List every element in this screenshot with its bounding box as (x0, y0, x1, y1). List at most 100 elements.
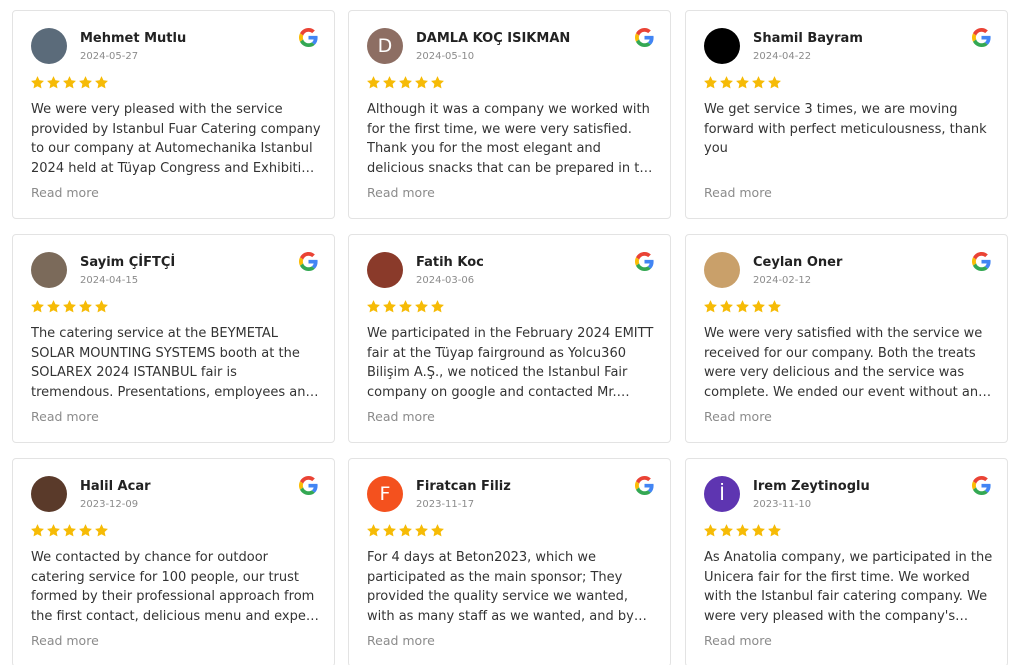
avatar: D (367, 28, 403, 64)
review-card-5: Fatih Koc 2024-03-06 We participated in … (348, 234, 671, 443)
star-icon (31, 300, 44, 313)
review-card-6: Ceylan Oner 2024-02-12 We were very sati… (685, 234, 1008, 443)
star-icon (415, 76, 428, 89)
star-icon (431, 76, 444, 89)
read-more-link[interactable]: Read more (367, 633, 435, 648)
star-icon (752, 300, 765, 313)
review-card-4: Sayim ÇİFTÇİ 2024-04-15 The catering ser… (12, 234, 335, 443)
review-text: The catering service at the BEYMETAL SOL… (31, 326, 314, 400)
rating-stars (30, 523, 109, 538)
reviews-grid: Mehmet Mutlu 2024-05-27 We were very ple… (0, 0, 1024, 665)
star-icon (47, 300, 60, 313)
rating-stars (703, 299, 782, 314)
star-icon (415, 300, 428, 313)
star-icon (383, 524, 396, 537)
star-icon (383, 76, 396, 89)
star-icon (399, 300, 412, 313)
google-icon (635, 252, 654, 271)
avatar: F (367, 476, 403, 512)
avatar-photo (31, 252, 67, 288)
reviewer-name: Firatcan Filiz (416, 479, 511, 494)
google-icon (635, 476, 654, 495)
review-card-7: Halil Acar 2023-12-09 We contacted by ch… (12, 458, 335, 665)
rating-stars (30, 299, 109, 314)
reviewer-name: Irem Zeytinoglu (753, 479, 870, 494)
star-icon (95, 524, 108, 537)
avatar-photo (31, 28, 67, 64)
review-date: 2024-05-10 (416, 51, 475, 62)
rating-stars (30, 75, 109, 90)
read-more-link[interactable]: Read more (704, 409, 772, 424)
review-text: Although it was a company we worked with… (367, 102, 656, 176)
read-more-link[interactable]: Read more (31, 633, 99, 648)
review-date: 2023-11-17 (416, 499, 475, 510)
review-text: We were very satisfied with the service … (704, 326, 986, 400)
star-icon (399, 524, 412, 537)
star-icon (31, 76, 44, 89)
google-icon (972, 28, 991, 47)
review-date: 2023-12-09 (80, 499, 139, 510)
star-icon (704, 76, 717, 89)
star-icon (367, 524, 380, 537)
rating-stars (703, 523, 782, 538)
star-icon (367, 76, 380, 89)
read-more-link[interactable]: Read more (704, 633, 772, 648)
read-more-link[interactable]: Read more (31, 185, 99, 200)
star-icon (383, 300, 396, 313)
star-icon (720, 76, 733, 89)
star-icon (720, 300, 733, 313)
review-date: 2024-04-22 (753, 51, 812, 62)
avatar (704, 28, 740, 64)
star-icon (768, 300, 781, 313)
star-icon (431, 300, 444, 313)
review-card-1: Mehmet Mutlu 2024-05-27 We were very ple… (12, 10, 335, 219)
avatar-photo (31, 476, 67, 512)
avatar-photo (704, 252, 740, 288)
star-icon (79, 300, 92, 313)
review-card-8: F Firatcan Filiz 2023-11-17 For 4 days a… (348, 458, 671, 665)
review-date: 2024-03-06 (416, 275, 475, 286)
reviewer-name: Shamil Bayram (753, 31, 863, 46)
star-icon (736, 524, 749, 537)
review-text: We participated in the February 2024 EMI… (367, 326, 654, 400)
star-icon (720, 524, 733, 537)
review-card-9: İ Irem Zeytinoglu 2023-11-10 As Anatolia… (685, 458, 1008, 665)
star-icon (704, 524, 717, 537)
read-more-link[interactable]: Read more (367, 409, 435, 424)
google-icon (972, 252, 991, 271)
read-more-link[interactable]: Read more (367, 185, 435, 200)
review-card-3: Shamil Bayram 2024-04-22 We get service … (685, 10, 1008, 219)
avatar: İ (704, 476, 740, 512)
review-text: We were very pleased with the service pr… (31, 102, 321, 176)
star-icon (47, 524, 60, 537)
review-date: 2024-02-12 (753, 275, 812, 286)
review-text: For 4 days at Beton2023, which we partic… (367, 550, 634, 624)
rating-stars (703, 75, 782, 90)
review-text: We contacted by chance for outdoor cater… (31, 550, 317, 624)
reviewer-name: DAMLA KOÇ ISIKMAN (416, 31, 571, 46)
star-icon (79, 524, 92, 537)
star-icon (415, 524, 428, 537)
review-text: We get service 3 times, we are moving fo… (704, 102, 987, 156)
star-icon (736, 76, 749, 89)
star-icon (79, 76, 92, 89)
star-icon (399, 76, 412, 89)
review-text: As Anatolia company, we participated in … (704, 550, 993, 624)
reviewer-name: Fatih Koc (416, 255, 484, 270)
avatar-photo (367, 252, 403, 288)
reviewer-name: Halil Acar (80, 479, 151, 494)
star-icon (704, 300, 717, 313)
star-icon (752, 524, 765, 537)
google-icon (635, 28, 654, 47)
rating-stars (366, 523, 445, 538)
google-icon (972, 476, 991, 495)
read-more-link[interactable]: Read more (704, 185, 772, 200)
google-icon (299, 28, 318, 47)
star-icon (736, 300, 749, 313)
star-icon (95, 76, 108, 89)
reviewer-name: Sayim ÇİFTÇİ (80, 255, 176, 270)
read-more-link[interactable]: Read more (31, 409, 99, 424)
google-icon (299, 252, 318, 271)
star-icon (31, 524, 44, 537)
review-date: 2023-11-10 (753, 499, 812, 510)
